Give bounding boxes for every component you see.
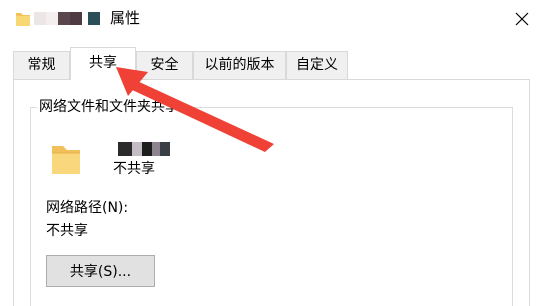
tab-previous-versions[interactable]: 以前的版本 xyxy=(193,51,286,79)
share-button[interactable]: 共享(S)... xyxy=(46,255,155,287)
window-title: 属性 xyxy=(110,9,141,27)
redacted-name-block xyxy=(142,142,152,156)
folder-icon xyxy=(52,146,80,174)
redacted-name-block xyxy=(58,12,70,25)
network-path-label: 网络路径(N): xyxy=(46,200,129,216)
properties-window: 属性 常规 共享 安全 以前的版本 自定义 网络文件和文件夹共享 不共享 网络路… xyxy=(0,0,543,306)
folder-icon xyxy=(16,13,30,26)
tab-strip: 常规 共享 安全 以前的版本 自定义 xyxy=(0,38,543,80)
share-status: 不共享 xyxy=(113,161,155,177)
tab-security[interactable]: 安全 xyxy=(136,51,193,79)
group-title: 网络文件和文件夹共享 xyxy=(37,98,181,116)
redacted-name-block xyxy=(88,12,100,25)
redacted-name-block xyxy=(132,142,142,156)
tab-sharing[interactable]: 共享 xyxy=(70,47,136,80)
network-path-value: 不共享 xyxy=(46,223,88,239)
title-bar: 属性 xyxy=(0,0,543,38)
tab-general[interactable]: 常规 xyxy=(13,51,70,79)
redacted-name-block xyxy=(70,12,82,25)
close-icon xyxy=(515,12,529,26)
redacted-name-block xyxy=(160,142,170,156)
redacted-name-block xyxy=(118,142,132,156)
tab-customize[interactable]: 自定义 xyxy=(286,51,348,79)
redacted-name-block xyxy=(46,12,58,25)
redacted-name-block xyxy=(152,142,160,156)
redacted-name-block xyxy=(34,12,46,25)
close-button[interactable] xyxy=(506,4,538,34)
